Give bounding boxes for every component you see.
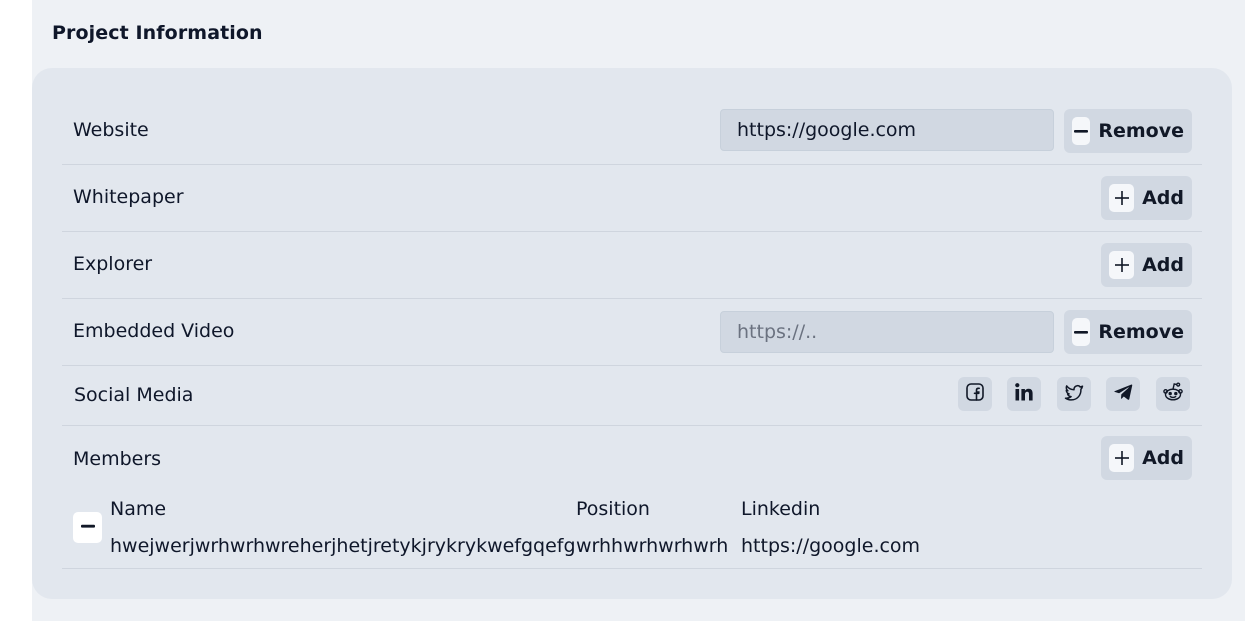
minus-icon xyxy=(80,518,96,538)
section-title: Project Information xyxy=(52,22,263,44)
plus-icon xyxy=(1109,444,1135,472)
explorer-row: Explorer xyxy=(62,232,1202,299)
explorer-label: Explorer xyxy=(73,253,153,275)
member-linkedin[interactable]: https://google.com xyxy=(741,535,920,557)
member-name: hwejwerjwrhwrhwreherjhetjretykjrykrykwef… xyxy=(110,535,576,557)
minus-icon xyxy=(1072,318,1091,346)
facebook-button[interactable] xyxy=(958,377,992,411)
members-column-position: Position xyxy=(576,498,650,520)
website-remove-button[interactable]: Remove xyxy=(1064,109,1192,153)
member-position: wrhhwrhwrhwrh xyxy=(576,535,729,557)
minus-icon xyxy=(1072,117,1091,145)
whitepaper-label: Whitepaper xyxy=(73,186,184,208)
add-button-label: Add xyxy=(1142,447,1184,469)
website-label: Website xyxy=(73,119,149,141)
explorer-add-button[interactable]: Add xyxy=(1101,243,1192,287)
plus-icon xyxy=(1109,251,1135,279)
reddit-button[interactable] xyxy=(1156,377,1190,411)
whitepaper-row: Whitepaper xyxy=(62,165,1202,232)
embedded-video-label: Embedded Video xyxy=(73,320,235,342)
embedded-video-remove-button[interactable]: Remove xyxy=(1064,310,1192,354)
twitter-button[interactable] xyxy=(1057,377,1091,411)
telegram-icon xyxy=(1113,382,1133,406)
add-button-label: Add xyxy=(1142,254,1184,276)
members-column-linkedin: Linkedin xyxy=(741,498,821,520)
remove-button-label: Remove xyxy=(1098,120,1184,142)
add-button-label: Add xyxy=(1142,187,1184,209)
plus-icon xyxy=(1109,184,1135,212)
members-column-name: Name xyxy=(110,498,167,520)
social-media-label: Social Media xyxy=(74,384,194,406)
reddit-icon xyxy=(1162,381,1184,407)
linkedin-button[interactable] xyxy=(1007,377,1041,411)
members-add-button[interactable]: Add xyxy=(1101,436,1192,480)
facebook-icon xyxy=(965,382,985,406)
members-label: Members xyxy=(73,448,162,470)
linkedin-icon xyxy=(1014,382,1034,406)
embedded-video-input[interactable] xyxy=(720,311,1054,353)
website-input[interactable] xyxy=(720,109,1054,151)
telegram-button[interactable] xyxy=(1106,377,1140,411)
whitepaper-add-button[interactable]: Add xyxy=(1101,176,1192,220)
remove-button-label: Remove xyxy=(1098,321,1184,343)
twitter-icon xyxy=(1064,382,1084,406)
member-remove-button[interactable] xyxy=(73,512,102,543)
